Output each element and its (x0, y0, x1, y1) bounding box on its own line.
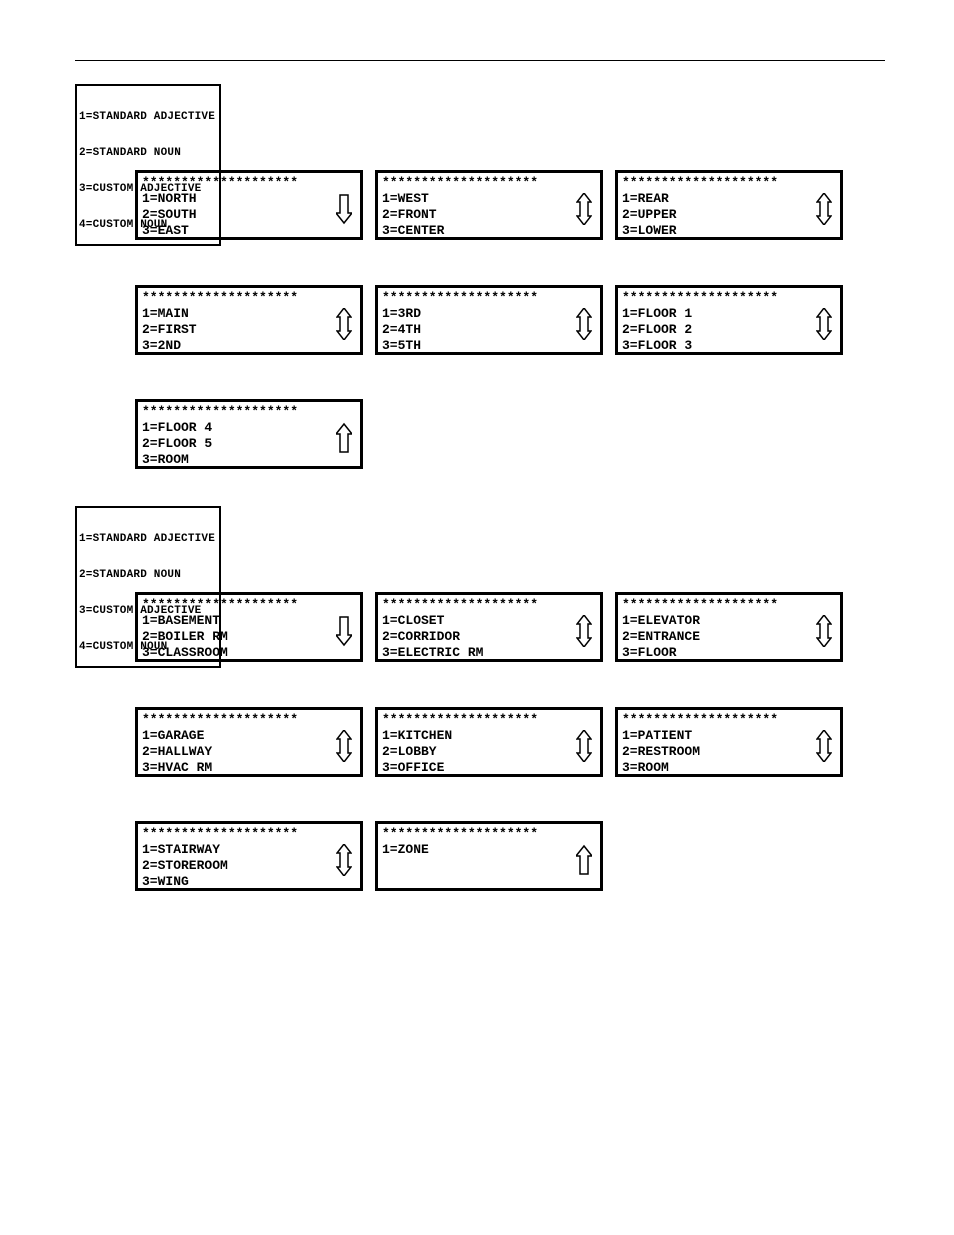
legend-line: 2=STANDARD NOUN (79, 147, 215, 159)
arrow-up-down-icon (336, 730, 354, 762)
menu-box[interactable]: ********************1=STAIRWAY2=STOREROO… (135, 821, 363, 891)
arrow-up-down-icon (336, 844, 354, 876)
menu-option: 1=ELEVATOR (622, 613, 836, 629)
legend-line: 1=STANDARD ADJECTIVE (79, 533, 215, 545)
menu-box[interactable]: ********************1=REAR2=UPPER3=LOWER (615, 170, 843, 240)
menu-box-header: ******************** (622, 175, 836, 191)
menu-box[interactable]: ********************1=FLOOR 42=FLOOR 53=… (135, 399, 363, 469)
menu-option: 1=KITCHEN (382, 728, 596, 744)
menu-option (382, 858, 596, 874)
arrow-up-icon (576, 844, 594, 876)
menu-option: 2=HALLWAY (142, 744, 356, 760)
menu-option: 3=FLOOR (622, 645, 836, 661)
menu-option: 2=FRONT (382, 207, 596, 223)
legend-line: 1=STANDARD ADJECTIVE (79, 111, 215, 123)
menu-box-header: ******************** (382, 597, 596, 613)
menu-box[interactable]: ********************1=3RD2=4TH3=5TH (375, 285, 603, 355)
arrow-down-icon (336, 615, 354, 647)
menu-option: 1=PATIENT (622, 728, 836, 744)
menu-option: 1=WEST (382, 191, 596, 207)
menu-option: 3=2ND (142, 338, 356, 354)
menu-option: 2=FLOOR 5 (142, 436, 356, 452)
arrow-up-down-icon (576, 308, 594, 340)
menu-box-header: ******************** (622, 290, 836, 306)
menu-box-header: ******************** (382, 175, 596, 191)
menu-option: 1=ZONE (382, 842, 596, 858)
arrow-up-icon (336, 422, 354, 454)
menu-box-header: ******************** (382, 712, 596, 728)
header-rule (75, 60, 885, 61)
menu-option: 2=CORRIDOR (382, 629, 596, 645)
menu-option: 1=GARAGE (142, 728, 356, 744)
menu-box-header: ******************** (142, 826, 356, 842)
menu-box[interactable]: ********************1=ELEVATOR2=ENTRANCE… (615, 592, 843, 662)
menu-option: 2=ENTRANCE (622, 629, 836, 645)
arrow-up-down-icon (816, 308, 834, 340)
menu-option: 3=WING (142, 874, 356, 890)
menu-option: 3=OFFICE (382, 760, 596, 776)
legend-line: 2=STANDARD NOUN (79, 569, 215, 581)
menu-box-header: ******************** (622, 597, 836, 613)
menu-box-header: ******************** (622, 712, 836, 728)
menu-option: 3=CLASSROOM (142, 645, 356, 661)
menu-box[interactable]: ********************1=GARAGE2=HALLWAY3=H… (135, 707, 363, 777)
menu-option: 1=REAR (622, 191, 836, 207)
menu-box-header: ******************** (142, 175, 356, 191)
menu-box-header: ******************** (142, 597, 356, 613)
menu-option: 3=CENTER (382, 223, 596, 239)
arrow-up-down-icon (816, 615, 834, 647)
menu-box-header: ******************** (142, 290, 356, 306)
menu-option: 3=5TH (382, 338, 596, 354)
menu-option: 1=MAIN (142, 306, 356, 322)
menu-option: 1=FLOOR 4 (142, 420, 356, 436)
menu-box[interactable]: ********************1=FLOOR 12=FLOOR 23=… (615, 285, 843, 355)
menu-box[interactable]: ********************1=PATIENT2=RESTROOM3… (615, 707, 843, 777)
menu-option: 3=LOWER (622, 223, 836, 239)
menu-box[interactable]: ********************1=WEST2=FRONT3=CENTE… (375, 170, 603, 240)
menu-option (382, 874, 596, 890)
arrow-down-icon (336, 193, 354, 225)
menu-box-header: ******************** (382, 826, 596, 842)
menu-box-header: ******************** (142, 404, 356, 420)
arrow-up-down-icon (336, 308, 354, 340)
menu-box[interactable]: ********************1=KITCHEN2=LOBBY3=OF… (375, 707, 603, 777)
menu-box[interactable]: ********************1=CLOSET2=CORRIDOR3=… (375, 592, 603, 662)
menu-option: 1=STAIRWAY (142, 842, 356, 858)
menu-option: 2=SOUTH (142, 207, 356, 223)
menu-option: 3=ROOM (142, 452, 356, 468)
menu-option: 2=RESTROOM (622, 744, 836, 760)
menu-option: 3=HVAC RM (142, 760, 356, 776)
menu-box[interactable]: ********************1=BASEMENT2=BOILER R… (135, 592, 363, 662)
menu-option: 1=BASEMENT (142, 613, 356, 629)
menu-option: 2=UPPER (622, 207, 836, 223)
menu-box[interactable]: ********************1=ZONE (375, 821, 603, 891)
menu-option: 2=STOREROOM (142, 858, 356, 874)
arrow-up-down-icon (576, 193, 594, 225)
menu-option: 1=FLOOR 1 (622, 306, 836, 322)
menu-box[interactable]: ********************1=MAIN2=FIRST3=2ND (135, 285, 363, 355)
arrow-up-down-icon (576, 730, 594, 762)
menu-option: 2=BOILER RM (142, 629, 356, 645)
menu-option: 2=FLOOR 2 (622, 322, 836, 338)
menu-option: 1=CLOSET (382, 613, 596, 629)
menu-option: 3=ELECTRIC RM (382, 645, 596, 661)
menu-box-header: ******************** (382, 290, 596, 306)
menu-option: 2=4TH (382, 322, 596, 338)
menu-option: 2=LOBBY (382, 744, 596, 760)
menu-option: 1=NORTH (142, 191, 356, 207)
arrow-up-down-icon (816, 730, 834, 762)
menu-box-header: ******************** (142, 712, 356, 728)
arrow-up-down-icon (576, 615, 594, 647)
menu-option: 3=EAST (142, 223, 356, 239)
menu-option: 2=FIRST (142, 322, 356, 338)
arrow-up-down-icon (816, 193, 834, 225)
menu-box[interactable]: ********************1=NORTH2=SOUTH3=EAST (135, 170, 363, 240)
menu-option: 1=3RD (382, 306, 596, 322)
menu-option: 3=ROOM (622, 760, 836, 776)
menu-option: 3=FLOOR 3 (622, 338, 836, 354)
